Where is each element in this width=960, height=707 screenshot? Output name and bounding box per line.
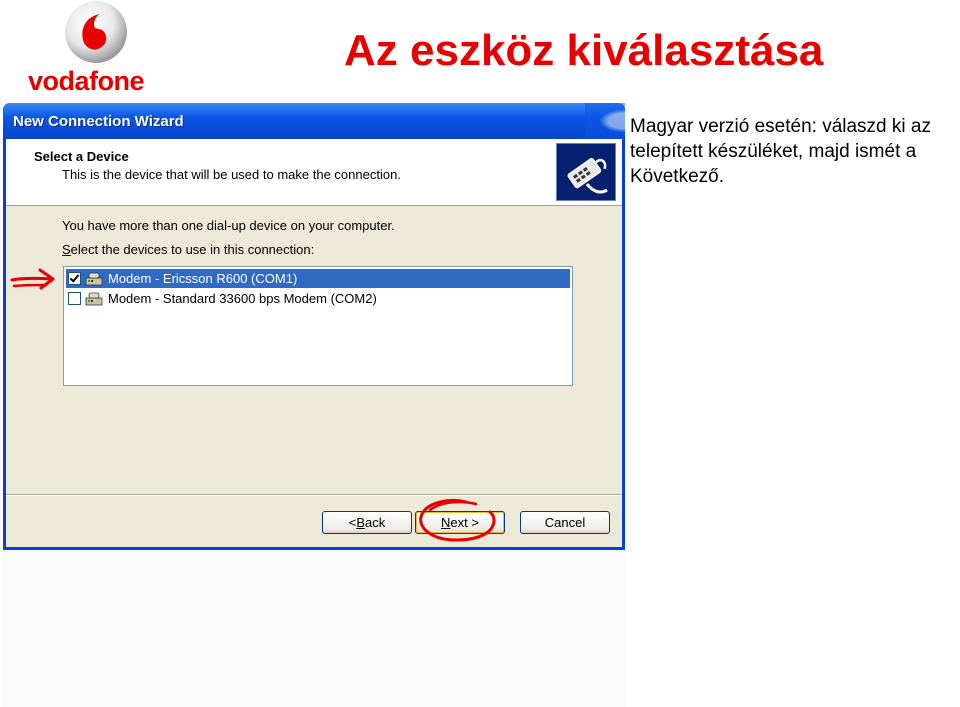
device-row-standard[interactable]: Modem - Standard 33600 bps Modem (COM2) (66, 289, 570, 308)
cancel-button[interactable]: Cancel (520, 511, 610, 534)
back-button[interactable]: < Back (322, 511, 412, 534)
back-button-accel: B (356, 515, 366, 530)
empty-area (3, 550, 625, 707)
modem-icon (85, 272, 103, 285)
device-row-ericsson[interactable]: Modem - Ericsson R600 (COM1) (66, 269, 570, 288)
red-circle-annotation (419, 499, 496, 542)
header-title: Select a Device (34, 149, 129, 164)
intro-text: You have more than one dial-up device on… (62, 218, 395, 233)
new-connection-wizard-window: New Connection Wizard Select a Device Th… (3, 103, 625, 550)
slide-title: Az eszköz kiválasztása (344, 26, 824, 75)
connection-wizard-icon (556, 143, 616, 201)
wizard-client-area: Select a Device This is the device that … (6, 139, 622, 547)
wizard-header: Select a Device This is the device that … (6, 139, 622, 206)
device-listbox[interactable]: Modem - Ericsson R600 (COM1) Modem - Sta… (63, 266, 573, 386)
device-checkbox-standard[interactable] (68, 292, 81, 305)
vodafone-speechmark-icon (65, 1, 127, 63)
title-bar-decoration (585, 103, 625, 139)
button-separator (6, 494, 622, 496)
vodafone-wordmark: vodafone (28, 66, 145, 96)
back-button-rest: ack (365, 515, 386, 530)
modem-icon (85, 292, 103, 305)
device-list-label: Select the devices to use in this connec… (62, 242, 314, 257)
back-button-prefix: < (348, 515, 357, 530)
window-title-bar[interactable]: New Connection Wizard (3, 103, 625, 139)
device-list-label-accel: S (62, 242, 71, 257)
device-list-label-text: elect the devices to use in this connect… (70, 242, 315, 257)
window-title: New Connection Wizard (13, 113, 184, 130)
vodafone-logo: vodafone (28, 0, 168, 100)
red-arrow-annotation (10, 268, 55, 290)
device-label: Modem - Ericsson R600 (COM1) (108, 271, 298, 286)
header-subtitle: This is the device that will be used to … (62, 167, 401, 182)
device-checkbox-ericsson[interactable] (68, 272, 81, 285)
instruction-text: Magyar verzió esetén: válaszd ki az tele… (630, 116, 931, 187)
device-label: Modem - Standard 33600 bps Modem (COM2) (108, 291, 377, 306)
